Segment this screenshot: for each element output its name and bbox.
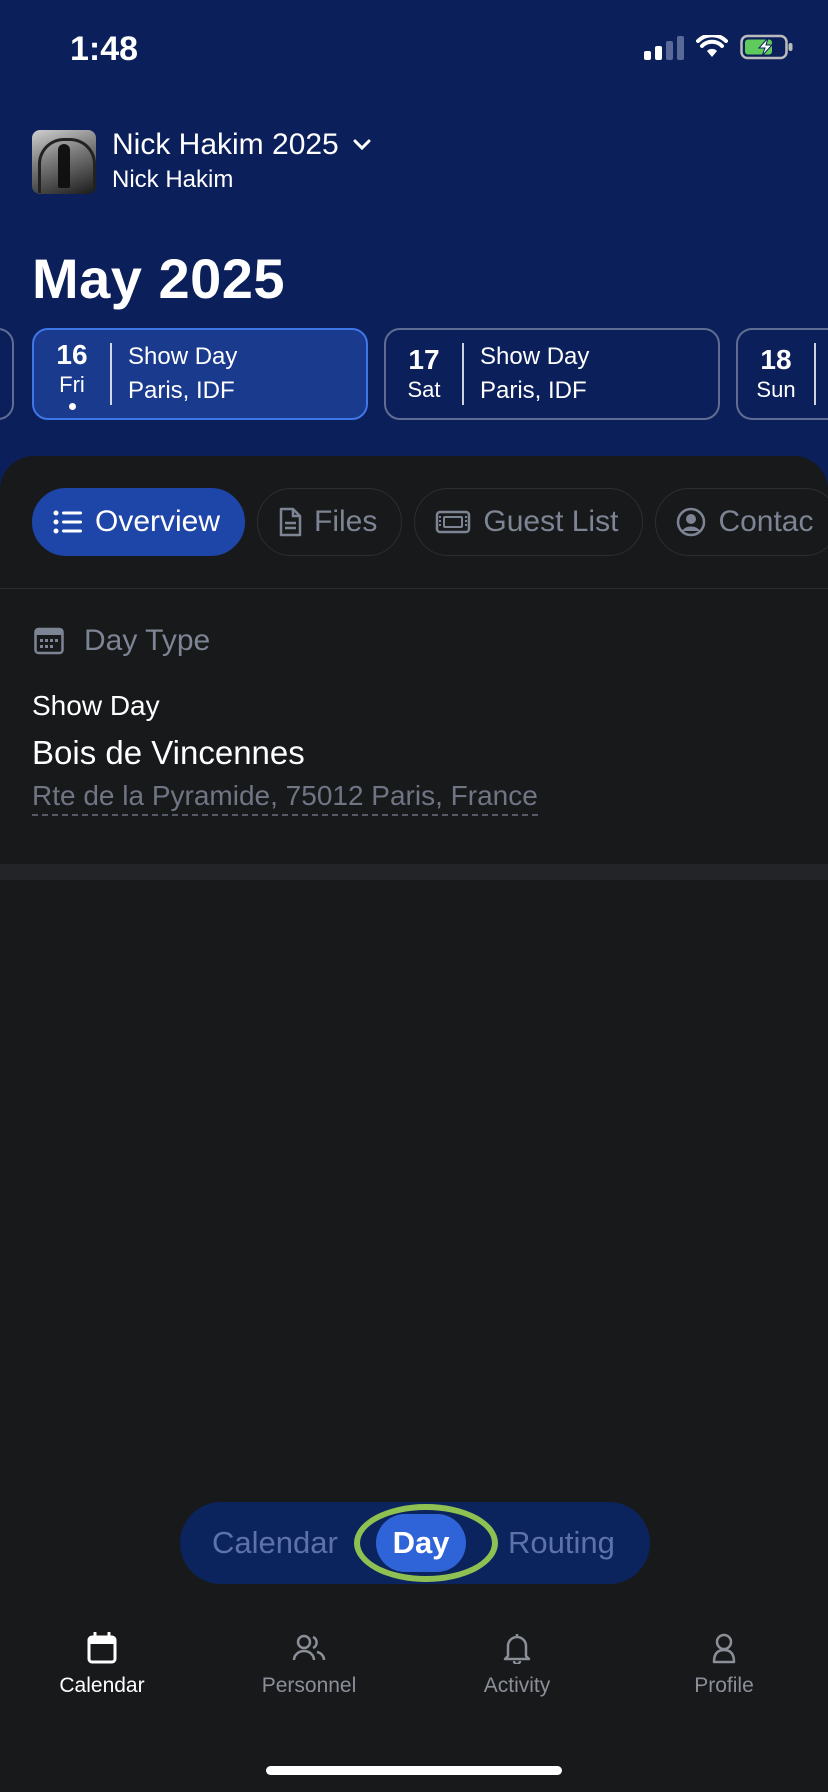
day-card-previous[interactable] [0,328,14,420]
section-label: Day Type [84,624,211,657]
section-tabs: Overview Files Guest List Contac [32,488,828,556]
home-indicator [266,1766,562,1775]
people-icon [292,1634,326,1661]
day-type-header: Day Type [34,624,210,658]
tabbar-label: Calendar [59,1674,145,1697]
routing-view-button[interactable]: Routing [508,1502,615,1584]
day-card-16[interactable]: 16 Fri Show Day Paris, IDF [32,328,368,420]
tab-label: Files [314,505,378,538]
calendar-icon [87,1632,117,1664]
day-of-week: Fri [59,371,85,397]
tab-guest-list[interactable]: Guest List [414,488,644,556]
day-of-week: Sun [756,377,796,402]
contact-icon [677,507,706,537]
tour-selector[interactable]: Nick Hakim 2025 [112,128,371,162]
tab-label: Overview [95,505,221,538]
month-title: May 2025 [32,247,286,310]
day-location: Paris, IDF [128,377,235,404]
day-of-week: Sat [407,377,441,402]
day-card-18[interactable]: 18 Sun [736,328,828,420]
tabbar-activity[interactable]: Activity [427,1632,607,1698]
ticket-icon [436,510,471,534]
bell-icon [503,1634,531,1664]
day-type-label: Show Day [480,343,590,370]
section-divider [0,864,828,880]
tour-title: Nick Hakim 2025 [112,128,339,161]
tabbar-personnel[interactable]: Personnel [219,1632,399,1698]
tour-avatar[interactable] [32,130,96,194]
battery-charging-icon [740,34,793,60]
chevron-down-icon [353,139,371,151]
artist-name: Nick Hakim [112,166,234,193]
status-time: 1:48 [70,30,139,68]
day-type-value: Show Day [32,690,160,721]
list-icon [53,510,82,534]
wifi-icon [696,35,728,57]
day-number: 16 [56,338,88,370]
tab-contacts[interactable]: Contac [655,488,828,556]
tabbar-label: Activity [483,1674,551,1697]
selected-dot [68,402,76,410]
calendar-grid-icon [34,627,64,655]
tabbar-profile[interactable]: Profile [634,1632,814,1698]
tab-label: Guest List [483,505,619,538]
tabbar-calendar[interactable]: Calendar [12,1632,192,1698]
tabbar-label: Profile [694,1674,754,1697]
divider [0,588,828,589]
bottom-tab-bar: Calendar Personnel Activity Profile [0,1632,828,1722]
tabbar-label: Personnel [261,1674,357,1697]
file-icon [279,507,302,537]
content-panel: Overview Files Guest List Contac Day Typ… [0,456,828,1792]
tab-overview[interactable]: Overview [32,488,246,556]
tab-files[interactable]: Files [257,488,403,556]
calendar-view-button[interactable]: Calendar [212,1502,338,1584]
day-card-17[interactable]: 17 Sat Show Day Paris, IDF [384,328,720,420]
tab-label: Contac [718,505,814,538]
signal-icon [644,34,684,60]
day-location: Paris, IDF [480,377,587,404]
day-number: 18 [760,344,792,375]
day-type-label: Show Day [128,343,238,370]
venue-address-link[interactable]: Rte de la Pyramide, 75012 Paris, France [32,780,538,816]
person-icon [712,1633,736,1664]
day-number: 17 [408,344,440,375]
venue-name: Bois de Vincennes [32,734,305,771]
highlight-annotation [354,1504,498,1582]
status-icons [644,34,794,60]
